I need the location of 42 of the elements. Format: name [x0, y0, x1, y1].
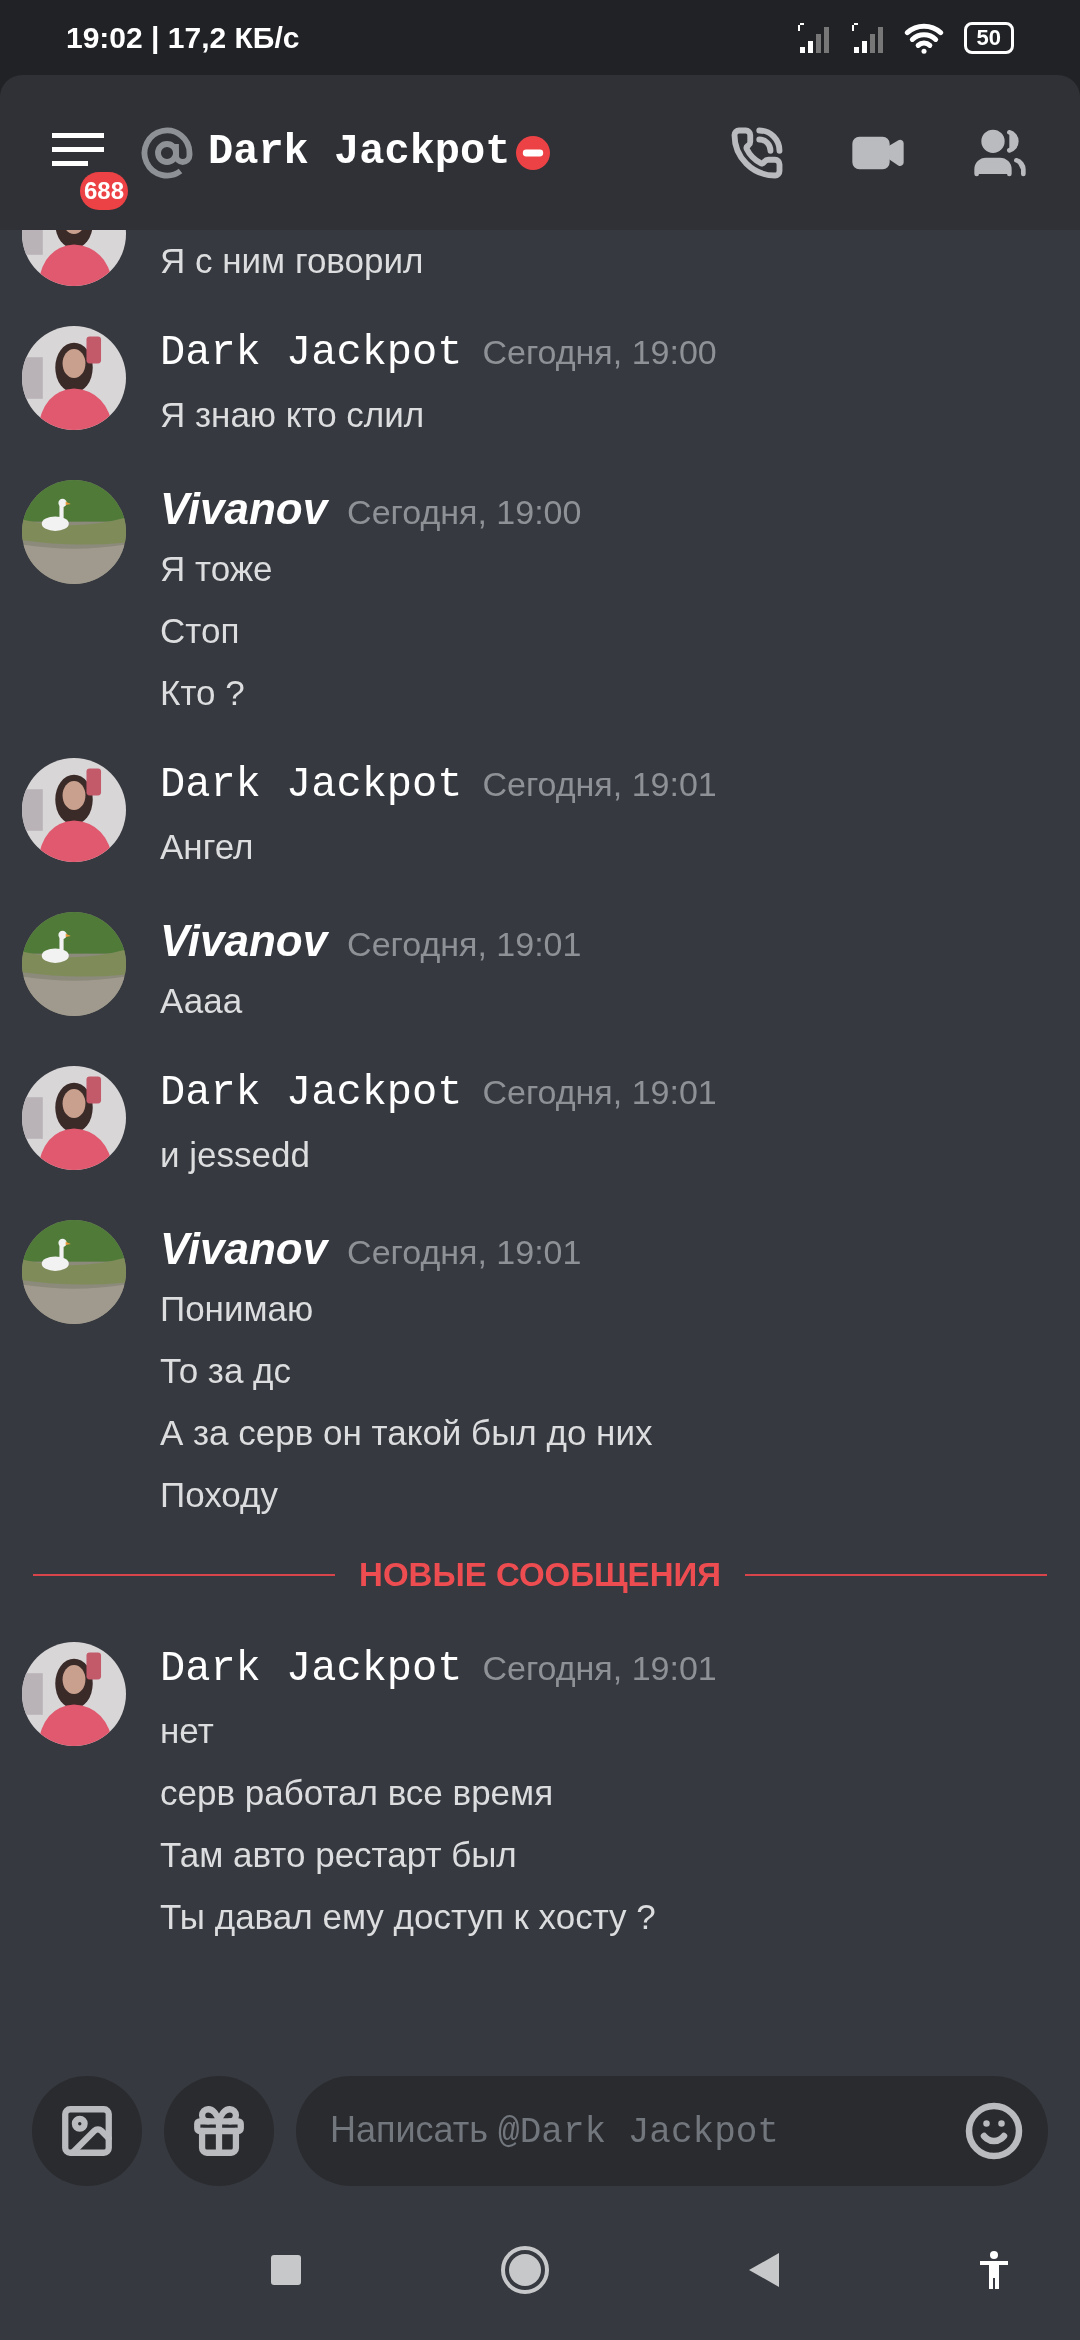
author-name[interactable]: Vivanov	[160, 908, 328, 974]
home-button[interactable]	[501, 2246, 549, 2294]
author-name[interactable]: Dark Jackpot	[160, 1062, 463, 1125]
author-name[interactable]: Dark Jackpot	[160, 322, 463, 385]
author-name[interactable]: Dark Jackpot	[160, 754, 463, 817]
message-text: и jessedd	[160, 1134, 311, 1176]
message-time: Сегодня, 19:01	[347, 1232, 582, 1273]
message-text: А за серв он такой был до них	[160, 1412, 653, 1454]
message-text: Аааа	[160, 980, 244, 1022]
message-text: Там авто рестарт был	[160, 1833, 518, 1876]
message-time: Сегодня, 19:01	[347, 924, 582, 965]
back-icon[interactable]	[749, 2253, 779, 2287]
message-text: нет	[160, 1709, 215, 1752]
author-name[interactable]: Dark Jackpot	[160, 1637, 463, 1701]
message-time: Сегодня, 19:00	[482, 332, 717, 373]
message-text: Ангел	[160, 826, 255, 868]
status-time: 19:02 | 17,2 КБ/с	[66, 20, 300, 56]
battery-indicator: 50	[963, 21, 1014, 54]
message-text: серв работал все время	[160, 1771, 555, 1814]
at-sign-icon	[140, 125, 194, 180]
message-time: Сегодня, 19:01	[482, 1072, 717, 1113]
message-text: Походу	[160, 1474, 279, 1516]
accessibility-icon[interactable]	[979, 2250, 1009, 2290]
message-text: Ты давал ему доступ к хосту ?	[160, 1895, 657, 1938]
message-text: То за дс	[160, 1350, 292, 1392]
author-name[interactable]: Vivanov	[160, 1216, 328, 1282]
channel-title: Dark Jackpot	[208, 127, 511, 178]
message-time: Сегодня, 19:01	[482, 764, 717, 805]
message-time: Сегодня, 19:00	[347, 492, 582, 533]
message-text: Кто ?	[160, 672, 246, 714]
author-name[interactable]: Vivanov	[160, 476, 328, 542]
message-text: Стоп	[160, 610, 241, 652]
message-text: Я тоже	[160, 548, 274, 590]
unread-badge: 688	[80, 171, 129, 210]
input-placeholder: Написать @Dark Jackpot	[330, 2107, 780, 2155]
message-text: Я знаю кто слил	[160, 394, 426, 436]
message-text: Понимаю	[160, 1288, 315, 1330]
call-icon[interactable]	[730, 125, 784, 180]
new-messages-divider: НОВЫЕ СООБЩЕНИЯ	[359, 1555, 721, 1595]
emoji-icon[interactable]	[964, 2101, 1024, 2161]
message-time: Сегодня, 19:01	[482, 1647, 717, 1689]
message-text: Я с ним говорил	[160, 240, 424, 282]
